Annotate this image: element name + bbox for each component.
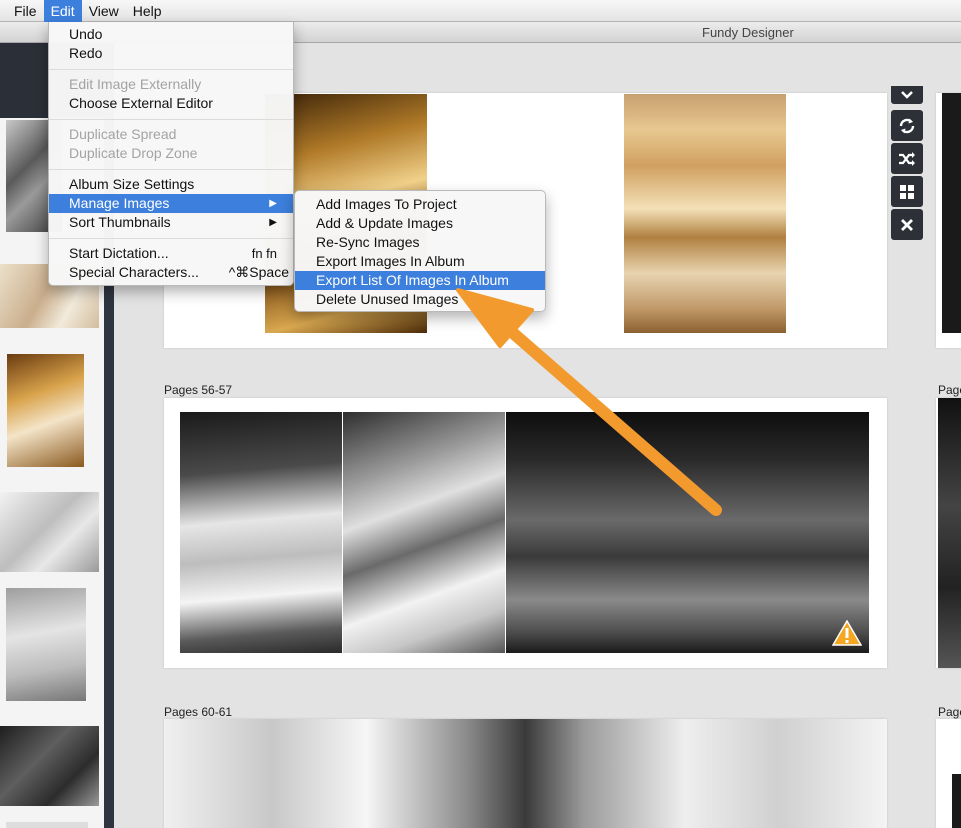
warning-icon[interactable]	[832, 620, 862, 646]
menu-item-start-dictation[interactable]: Start Dictation... fn fn	[49, 244, 293, 263]
spread-label: Pages 56-57	[164, 383, 233, 397]
menu-edit[interactable]: Edit	[43, 0, 82, 22]
spread-photo[interactable]	[506, 412, 869, 653]
submenu-item-re-sync-images[interactable]: Re-Sync Images	[295, 233, 545, 252]
chevron-down-icon	[901, 91, 913, 99]
toolbar-button-shuffle[interactable]	[891, 143, 923, 174]
toolbar-button-close[interactable]	[891, 209, 923, 240]
spread-photo[interactable]	[952, 774, 961, 828]
thumbnail-image[interactable]	[6, 588, 86, 701]
menu-item-special-characters[interactable]: Special Characters... ^⌘Space	[49, 263, 293, 282]
menu-item-edit-image-externally: Edit Image Externally	[69, 76, 202, 92]
menu-item-choose-external-editor[interactable]: Choose External Editor	[49, 94, 293, 113]
menu-separator	[49, 238, 293, 239]
menu-item-duplicate-drop-zone: Duplicate Drop Zone	[69, 145, 198, 161]
menu-item-sort-thumbnails-label: Sort Thumbnails	[69, 214, 171, 230]
spread-label-right-partial: Page	[938, 383, 961, 397]
spread-photo[interactable]	[180, 412, 342, 653]
menu-file[interactable]: File	[0, 0, 44, 22]
menu-item-undo[interactable]: Undo	[49, 25, 293, 44]
sync-icon	[899, 118, 915, 133]
menu-separator	[49, 169, 293, 170]
spread-photo[interactable]	[343, 412, 505, 653]
submenu-item-delete-unused-images[interactable]: Delete Unused Images	[295, 290, 545, 309]
manage-images-submenu: Add Images To Project Add & Update Image…	[294, 190, 546, 312]
spread-label-right-partial: Page	[938, 705, 961, 719]
spread-label: Pages 60-61	[164, 705, 233, 719]
grid-icon	[900, 184, 914, 199]
spread-photo[interactable]	[938, 398, 961, 668]
window-title: Fundy Designer	[702, 25, 794, 40]
close-icon	[901, 218, 913, 231]
toolbar-button-sync[interactable]	[891, 110, 923, 141]
spread-photo[interactable]	[942, 93, 961, 333]
shortcut-label: ^⌘Space	[228, 264, 289, 280]
thumbnail-image[interactable]	[0, 492, 99, 572]
spread-right-partial[interactable]	[936, 398, 961, 668]
submenu-item-add-update-images[interactable]: Add & Update Images	[295, 214, 545, 233]
menu-item-special-characters-label: Special Characters...	[69, 264, 199, 280]
menu-item-album-size-settings[interactable]: Album Size Settings	[49, 175, 293, 194]
spread-top-right-partial[interactable]	[936, 93, 961, 348]
submenu-item-export-images-in-album[interactable]: Export Images In Album	[295, 252, 545, 271]
menu-item-manage-images[interactable]: Manage Images ▶	[49, 194, 293, 213]
thumbnail-image[interactable]	[0, 726, 99, 806]
menu-help[interactable]: Help	[126, 0, 169, 22]
submenu-arrow-icon: ▶	[269, 217, 277, 228]
shuffle-icon	[899, 151, 915, 166]
menu-item-duplicate-spread: Duplicate Spread	[69, 126, 177, 142]
submenu-arrow-icon: ▶	[269, 198, 277, 209]
submenu-item-add-images-to-project[interactable]: Add Images To Project	[295, 195, 545, 214]
thumbnail-image[interactable]	[6, 822, 88, 828]
toolbar-button-grid[interactable]	[891, 176, 923, 207]
menu-bar: File Edit View Help	[0, 0, 961, 22]
edit-menu-dropdown: Undo Redo Edit Image Externally Choose E…	[48, 22, 294, 286]
menu-separator	[49, 69, 293, 70]
spread-pages-56-57[interactable]	[164, 398, 887, 668]
spread-photo[interactable]	[164, 719, 887, 828]
spread-photo[interactable]	[624, 94, 786, 333]
shortcut-label: fn fn	[251, 246, 277, 261]
menu-item-manage-images-label: Manage Images	[69, 195, 170, 211]
spread-right-partial[interactable]	[936, 719, 961, 828]
spread-pages-60-61[interactable]	[164, 719, 887, 828]
submenu-item-export-list-of-images[interactable]: Export List Of Images In Album	[295, 271, 545, 290]
thumbnail-image[interactable]	[7, 354, 84, 467]
menu-item-start-dictation-label: Start Dictation...	[69, 245, 169, 261]
menu-item-redo[interactable]: Redo	[49, 44, 293, 63]
menu-view[interactable]: View	[82, 0, 126, 22]
menu-item-sort-thumbnails[interactable]: Sort Thumbnails ▶	[49, 213, 293, 232]
menu-separator	[49, 119, 293, 120]
toolbar-button-more[interactable]	[891, 86, 923, 104]
